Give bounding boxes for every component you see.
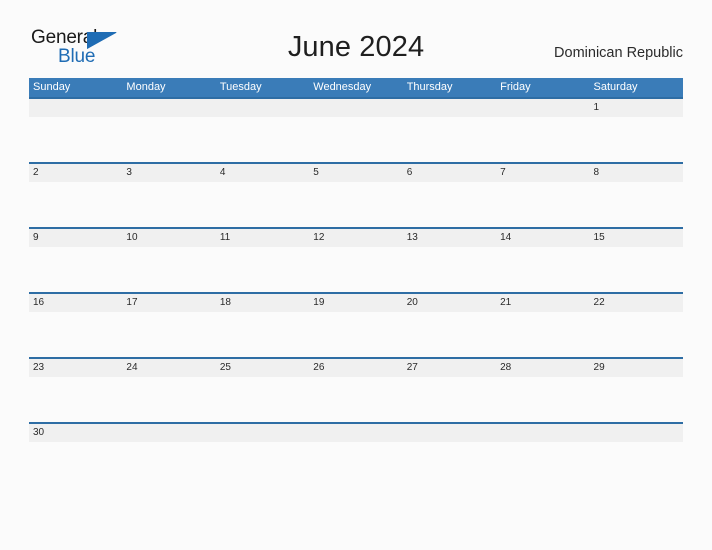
region-label: Dominican Republic [554,45,683,61]
day-cell[interactable]: 16 [29,294,122,312]
day-cell[interactable] [309,424,402,442]
day-cell[interactable]: 20 [403,294,496,312]
day-cell[interactable]: 27 [403,359,496,377]
weekday-saturday: Saturday [593,81,638,93]
day-cell[interactable]: 24 [122,359,215,377]
weekday-friday: Friday [500,81,531,93]
weekday-monday: Monday [126,81,166,93]
week-date-band: 2 3 4 5 6 7 8 [29,164,683,182]
weekday-header-row: Sunday Monday Tuesday Wednesday Thursday… [29,78,683,97]
day-cell[interactable]: 11 [216,229,309,247]
week-date-band: 9 10 11 12 13 14 15 [29,229,683,247]
week-row: 30 [29,422,683,442]
weekday-wednesday: Wednesday [313,81,372,93]
day-cell[interactable]: 9 [29,229,122,247]
day-cell[interactable] [590,424,683,442]
week-notes-area[interactable] [29,377,683,422]
day-cell[interactable]: 2 [29,164,122,182]
day-cell[interactable] [309,99,402,117]
day-cell[interactable]: 1 [590,99,683,117]
week-date-band: 30 [29,424,683,442]
day-cell[interactable]: 15 [590,229,683,247]
day-cell[interactable] [403,424,496,442]
weekday-thursday: Thursday [406,81,453,93]
day-cell[interactable]: 14 [496,229,589,247]
page-header: General Blue June 2024 Dominican Republi… [0,0,712,66]
day-cell[interactable] [216,99,309,117]
week-row: 16 17 18 19 20 21 22 [29,292,683,357]
week-notes-area[interactable] [29,117,683,162]
calendar-page: General Blue June 2024 Dominican Republi… [0,0,712,550]
week-notes-area[interactable] [29,182,683,227]
day-cell[interactable] [496,99,589,117]
day-cell[interactable] [403,99,496,117]
day-cell[interactable] [122,424,215,442]
week-date-band: 16 17 18 19 20 21 22 [29,294,683,312]
day-cell[interactable]: 29 [590,359,683,377]
day-cell[interactable]: 22 [590,294,683,312]
calendar-grid: Sunday Monday Tuesday Wednesday Thursday… [29,78,683,442]
day-cell[interactable]: 21 [496,294,589,312]
day-cell[interactable]: 30 [29,424,122,442]
week-date-band: 23 24 25 26 27 28 29 [29,359,683,377]
week-notes-area[interactable] [29,247,683,292]
day-cell[interactable]: 23 [29,359,122,377]
day-cell[interactable]: 5 [309,164,402,182]
week-notes-area[interactable] [29,312,683,357]
day-cell[interactable] [29,99,122,117]
day-cell[interactable]: 25 [216,359,309,377]
day-cell[interactable] [496,424,589,442]
day-cell[interactable]: 17 [122,294,215,312]
day-cell[interactable]: 4 [216,164,309,182]
week-date-band: 1 [29,99,683,117]
day-cell[interactable] [122,99,215,117]
day-cell[interactable]: 19 [309,294,402,312]
day-cell[interactable] [216,424,309,442]
day-cell[interactable]: 26 [309,359,402,377]
week-row: 9 10 11 12 13 14 15 [29,227,683,292]
day-cell[interactable]: 8 [590,164,683,182]
day-cell[interactable]: 18 [216,294,309,312]
week-row: 23 24 25 26 27 28 29 [29,357,683,422]
week-row: 2 3 4 5 6 7 8 [29,162,683,227]
day-cell[interactable]: 12 [309,229,402,247]
weekday-sunday: Sunday [33,81,71,93]
day-cell[interactable]: 7 [496,164,589,182]
day-cell[interactable]: 13 [403,229,496,247]
weekday-tuesday: Tuesday [219,81,262,93]
day-cell[interactable]: 28 [496,359,589,377]
day-cell[interactable]: 6 [403,164,496,182]
day-cell[interactable]: 3 [122,164,215,182]
week-row: 1 [29,97,683,162]
day-cell[interactable]: 10 [122,229,215,247]
